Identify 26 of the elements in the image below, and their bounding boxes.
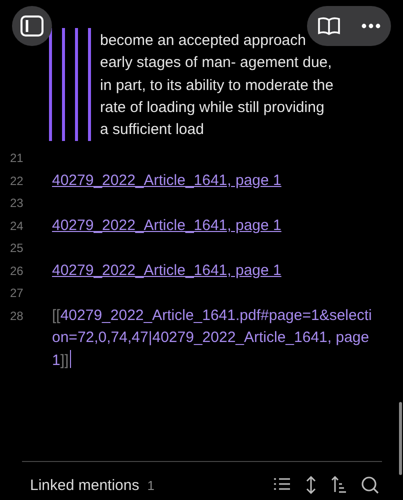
line-number: 24	[9, 218, 24, 235]
line-number: 26	[9, 262, 24, 280]
quote-text: become an accepted approach early stages of man- agement due, in part, to its ability to moderate the rate of loading while still providing a sufficient load	[100, 31, 334, 140]
line-number: 21	[9, 150, 24, 168]
line-number: 28	[9, 308, 24, 325]
sort-icon[interactable]	[331, 476, 347, 493]
internal-link[interactable]: 40279_2022_Article_1641, page 1	[52, 260, 282, 282]
line-number: 22	[9, 172, 24, 190]
linked-mentions-label: Linked mentions	[30, 476, 140, 494]
book-icon	[317, 16, 341, 36]
internal-link[interactable]: 40279_2022_Article_1641, page 1	[52, 170, 282, 192]
line-number: 27	[9, 285, 24, 302]
link-markup: [[40279_2022_Article_1641.pdf#page=1&selection=72,0,74,47|40279_2022_Article_1641, page 1]]	[52, 306, 373, 371]
reading-view-button[interactable]	[317, 16, 341, 36]
more-icon	[361, 23, 381, 29]
internal-link[interactable]: 40279_2022_Article_1641, page 1	[52, 214, 282, 238]
scrollbar[interactable]	[399, 402, 402, 475]
list-icon[interactable]	[273, 476, 291, 492]
mention-count: 1	[147, 478, 154, 492]
sidebar-toggle-button[interactable]	[12, 6, 52, 46]
line-number: 25	[9, 240, 24, 258]
more-button[interactable]	[361, 23, 381, 29]
line-number: 23	[9, 195, 24, 212]
sidebar-icon	[20, 15, 44, 37]
expand-vertical-icon[interactable]	[305, 476, 317, 494]
search-icon[interactable]	[361, 476, 379, 494]
